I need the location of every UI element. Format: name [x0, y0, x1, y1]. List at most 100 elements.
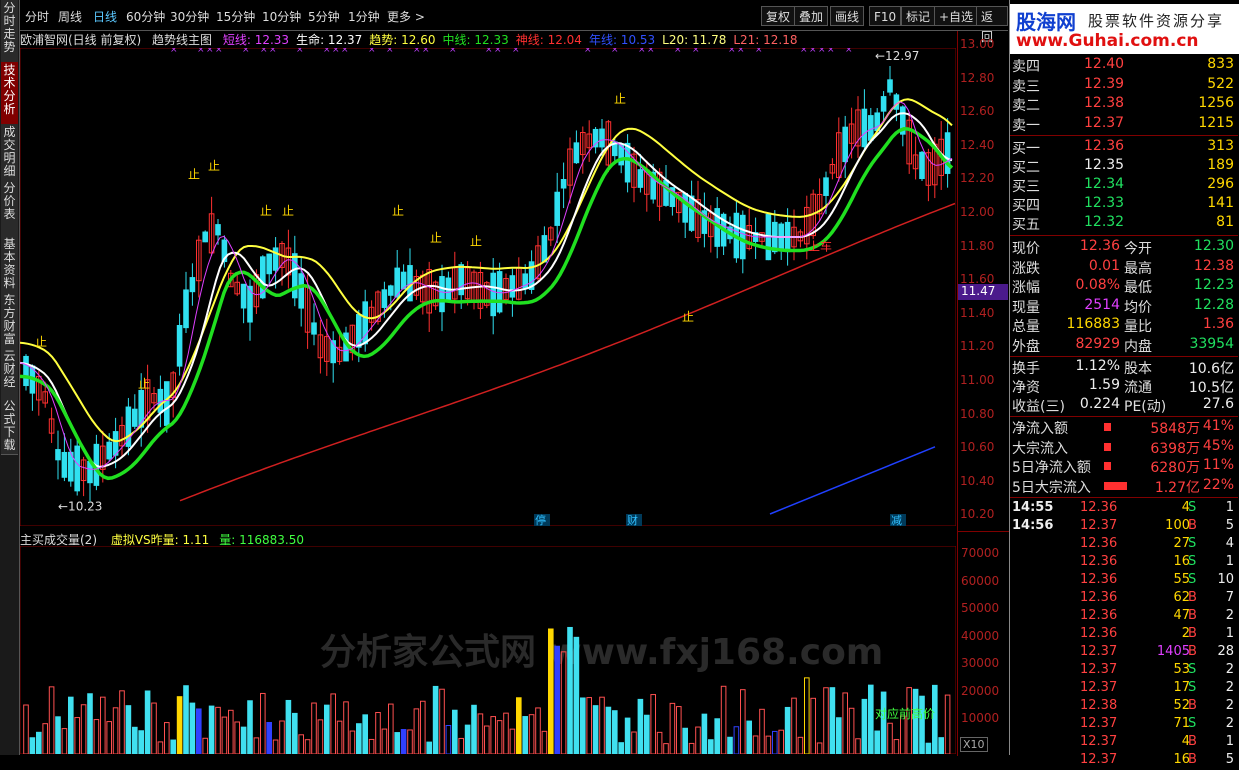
volume-bar [836, 717, 842, 754]
volume-bar [944, 694, 951, 754]
toolbar-button-4[interactable]: F10 [869, 6, 902, 26]
candle [592, 126, 599, 154]
toolbar-button-3[interactable]: 画线 [830, 6, 865, 26]
tick-count: 1 [1225, 734, 1234, 749]
flow-bar [1104, 423, 1111, 431]
vol-indicator-value-1[interactable]: 虚拟VS昨量: 1.11 [111, 533, 209, 547]
volume-bar [848, 707, 855, 754]
toolbar-button-6[interactable]: +自选 [934, 6, 979, 26]
left-tab-2[interactable]: 技术分析 [1, 62, 18, 125]
candle [855, 96, 861, 158]
stats-divider [1010, 356, 1238, 357]
stats-label-1: 收益(三) [1012, 399, 1065, 415]
period-tab-9[interactable]: 1分钟 [348, 8, 380, 25]
bid-row-3[interactable]: 买三 12.34 296 [1012, 176, 1238, 195]
volume-chart[interactable]: 分析家公式网 www.fxj168.com 对应前高价 [20, 546, 956, 754]
toolbar-button-5[interactable]: 标记 [901, 6, 936, 26]
period-tab-4[interactable]: 60分钟 [126, 8, 165, 25]
volume-bar [253, 737, 260, 754]
indicator-value-1[interactable]: 短线: 12.33 [223, 33, 289, 47]
candlestick-chart[interactable]: 止止止止止止止止 止止止←12.97←10.23上车停财减× × × × × × × × × × × ×… [20, 48, 956, 526]
ask-row-3[interactable]: 卖三 12.39 522 [1012, 76, 1238, 95]
event-label[interactable]: 停 [535, 513, 546, 526]
bid-volume: 189 [1207, 157, 1234, 173]
indicator-value-2[interactable]: 生命: 12.37 [296, 33, 362, 47]
flow-percent: 41% [1202, 418, 1234, 434]
volume-bar [688, 742, 695, 754]
indicator-value-6[interactable]: 年线: 10.53 [589, 33, 655, 47]
toolbar-button-2[interactable]: 叠加 [794, 6, 829, 26]
bid-label: 买二 [1012, 160, 1040, 176]
indicator-name[interactable]: 趋势线主图 [152, 33, 212, 47]
left-tab-3[interactable]: 成交明细 [1, 124, 18, 181]
left-tab-6[interactable]: 东方财富 [1, 292, 18, 349]
indicator-value-5[interactable]: 神线: 12.04 [516, 33, 582, 47]
period-tab-10[interactable]: 更多 > [387, 8, 425, 25]
price-tick-6: 12.00 [960, 205, 995, 219]
ask-label: 卖二 [1012, 98, 1040, 114]
ask-row-4[interactable]: 卖二 12.38 1256 [1012, 95, 1238, 114]
period-tab-6[interactable]: 15分钟 [216, 8, 255, 25]
indicator-value-4[interactable]: 中线: 12.33 [443, 33, 509, 47]
event-label[interactable]: 财 [627, 513, 638, 526]
left-tab-5[interactable]: 基本资料 [1, 236, 18, 293]
ask-row-2[interactable]: 卖四 12.40 833 [1012, 56, 1238, 75]
tick-row-8: 12.36 2 B 1 [1012, 626, 1238, 644]
ask-price: 12.38 [1084, 95, 1125, 111]
brand-slogan: 股票软件资源分享 [1088, 12, 1225, 30]
mid-line [20, 127, 954, 481]
indicator-value-7[interactable]: L20: 11.78 [662, 33, 726, 47]
indicator-value-3[interactable]: 趋势: 12.60 [369, 33, 435, 47]
volume-bar [381, 728, 388, 754]
bid-label: 买一 [1012, 141, 1040, 157]
volume-indicator-title[interactable]: 主买成交量(2) [20, 533, 97, 547]
bid-row-2[interactable]: 买二 12.35 189 [1012, 157, 1238, 176]
period-tab-7[interactable]: 10分钟 [262, 8, 301, 25]
volume-bar [535, 707, 541, 754]
bid-row-1[interactable]: 买一 12.36 313 [1012, 138, 1238, 157]
volume-bar [413, 708, 420, 754]
vol-indicator-value-2[interactable]: 量: 116883.50 [219, 533, 304, 547]
indicator-value-8[interactable]: L21: 12.18 [733, 33, 797, 47]
signal-marker: × [755, 48, 763, 55]
left-tab-7[interactable]: 云财经 [1, 348, 18, 399]
candle [560, 162, 567, 209]
signal-marker: × [845, 48, 853, 55]
period-tab-2[interactable]: 周线 [58, 8, 82, 25]
stock-title[interactable]: 欧浦智网(日线 前复权) [20, 33, 141, 47]
candle [586, 120, 593, 162]
volume-bar [458, 737, 464, 754]
flow-divider [1010, 416, 1238, 417]
period-tab-1[interactable]: 分时 [25, 8, 49, 25]
volume-bar [292, 712, 298, 754]
volume-bar [23, 704, 29, 754]
tick-price: 12.37 [1080, 644, 1118, 659]
volume-bar [522, 716, 528, 754]
candle [452, 251, 458, 314]
flow-percent: 11% [1202, 457, 1234, 473]
bid-row-5[interactable]: 买五 12.32 81 [1012, 214, 1238, 233]
volume-bar [912, 688, 919, 754]
flow-value: 6280万 [1150, 460, 1200, 476]
toolbar-button-1[interactable]: 复权 [761, 6, 796, 26]
tick-side: B [1188, 626, 1197, 641]
ask-price: 12.39 [1084, 75, 1125, 92]
toolbar-button-7[interactable]: 返回 [976, 6, 1008, 44]
quote-label-1: 总量 [1012, 319, 1040, 335]
bid-row-4[interactable]: 买四 12.33 141 [1012, 195, 1238, 214]
stats-label-2: 股本 [1124, 361, 1152, 377]
candle [349, 324, 356, 361]
period-tab-8[interactable]: 5分钟 [308, 8, 340, 25]
period-tab-3[interactable]: 日线 [93, 8, 117, 25]
left-tab-4[interactable]: 分价表 [1, 180, 18, 237]
period-tab-5[interactable]: 30分钟 [170, 8, 209, 25]
volume-bar [183, 685, 189, 754]
left-tab-8[interactable]: 公式下载 [1, 398, 18, 455]
left-tab-1[interactable]: 分时走势 [1, 0, 18, 63]
tick-side: S [1188, 572, 1197, 587]
ask-row-5[interactable]: 卖一 12.37 1215 [1012, 115, 1238, 134]
event-label[interactable]: 减 [891, 514, 902, 526]
tick-row-7: 12.36 47 B 2 [1012, 608, 1238, 626]
volume-bar [868, 684, 874, 754]
volume-bar [388, 703, 394, 754]
